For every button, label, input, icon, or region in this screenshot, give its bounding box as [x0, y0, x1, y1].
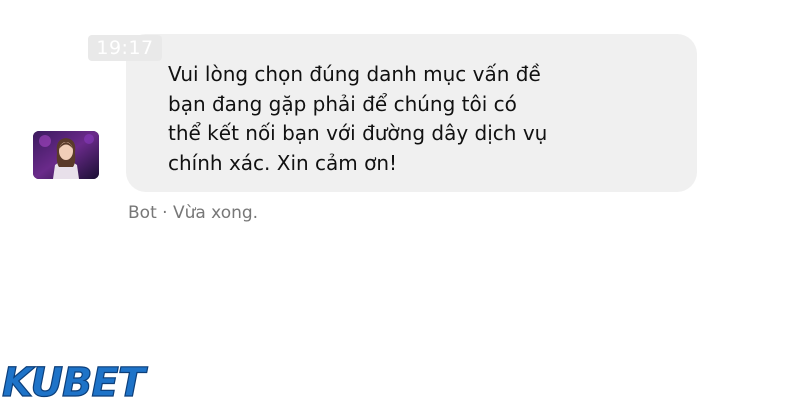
message-line: chính xác. Xin cảm ơn!: [168, 150, 398, 175]
kubet-logo-text: KUBET: [2, 360, 148, 400]
message-line: thể kết nối bạn với đường dây dịch vụ: [168, 121, 548, 145]
message-meta: Bot · Vừa xong.: [128, 203, 258, 223]
avatar-image-icon: [33, 131, 99, 179]
message-timestamp: 19:17: [88, 35, 162, 61]
bot-avatar[interactable]: [33, 131, 99, 179]
message-text: Vui lòng chọn đúng danh mục vấn đề bạn đ…: [168, 60, 548, 178]
message-line: bạn đang gặp phải để chúng tôi có: [168, 91, 517, 116]
kubet-logo: KUBET: [0, 360, 170, 400]
message-bubble[interactable]: Vui lòng chọn đúng danh mục vấn đề bạn đ…: [126, 34, 697, 192]
chat-stage: Vui lòng chọn đúng danh mục vấn đề bạn đ…: [0, 0, 800, 400]
meta-separator: ·: [162, 203, 168, 223]
kubet-logo-icon: KUBET: [1, 360, 149, 400]
message-status: Vừa xong.: [172, 203, 259, 223]
sender-name: Bot: [128, 203, 157, 223]
message-line: Vui lòng chọn đúng danh mục vấn đề: [168, 62, 541, 86]
